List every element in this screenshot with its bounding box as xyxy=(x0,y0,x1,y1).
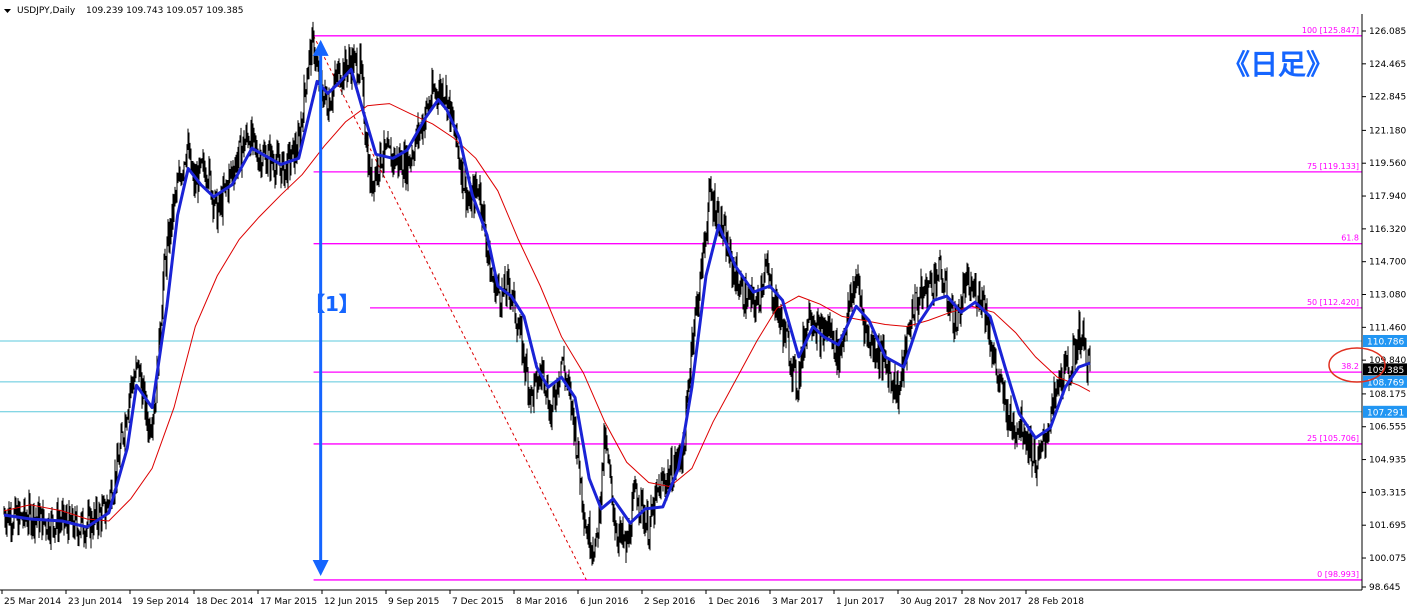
fib-level-label: 75 [119.133] xyxy=(1307,162,1359,171)
price-tick-label: 121.180 xyxy=(1369,126,1406,136)
time-tick-label: 1 Dec 2016 xyxy=(708,597,760,607)
time-tick-label: 28 Nov 2017 xyxy=(964,597,1022,607)
price-tick-label: 119.560 xyxy=(1369,159,1406,169)
symbol-label: USDJPY,Daily xyxy=(17,6,76,16)
time-tick-label: 18 Dec 2014 xyxy=(196,597,254,607)
time-tick-label: 30 Aug 2017 xyxy=(900,597,958,607)
sr-price-tag: 110.786 xyxy=(1367,337,1404,347)
price-tick-label: 126.085 xyxy=(1369,27,1406,37)
time-tick-label: 12 Jun 2015 xyxy=(324,597,378,607)
chart-window: 100 [125.847] 75 [119.133] 61.8 50 [112.420… xyxy=(0,0,1407,611)
price-tick-label: 100.075 xyxy=(1369,554,1406,564)
price-tick-label: 111.460 xyxy=(1369,323,1406,333)
price-tick-label: 101.695 xyxy=(1369,521,1406,531)
price-tags: 110.786108.769107.291109.385 xyxy=(1363,334,1407,418)
fib-level-label: 38.2 xyxy=(1341,362,1359,371)
fib-level-label: 0 [98.993] xyxy=(1317,570,1359,579)
time-tick-label: 7 Dec 2015 xyxy=(452,597,504,607)
fib-level-label: 100 [125.847] xyxy=(1302,26,1359,35)
price-tick-label: 124.465 xyxy=(1369,60,1406,70)
price-tick-label: 114.700 xyxy=(1369,258,1406,268)
price-tick-label: 98.645 xyxy=(1369,583,1401,593)
time-tick-label: 2 Sep 2016 xyxy=(644,597,696,607)
time-tick-label: 3 Mar 2017 xyxy=(772,597,823,607)
price-chart: 100 [125.847] 75 [119.133] 61.8 50 [112.420… xyxy=(0,0,1407,611)
fib-level-label: 61.8 xyxy=(1341,234,1359,243)
chart-header: USDJPY,Daily 109.239 109.743 109.057 109… xyxy=(4,6,243,16)
price-tick-label: 122.845 xyxy=(1369,93,1406,103)
price-tick-label: 113.080 xyxy=(1369,291,1406,301)
time-tick-label: 28 Feb 2018 xyxy=(1028,597,1084,607)
fib-level-label: 50 [112.420] xyxy=(1307,298,1359,307)
price-tick-label: 103.315 xyxy=(1369,488,1406,498)
price-tick-label: 116.320 xyxy=(1369,225,1406,235)
time-tick-label: 17 Mar 2015 xyxy=(260,597,317,607)
time-tick-label: 19 Sep 2014 xyxy=(132,597,189,607)
price-tick-label: 108.175 xyxy=(1369,390,1406,400)
price-tick-label: 104.935 xyxy=(1369,456,1406,466)
fib-level-label: 25 [105.706] xyxy=(1307,434,1359,443)
time-tick-label: 8 Mar 2016 xyxy=(516,597,568,607)
time-tick-label: 6 Jun 2016 xyxy=(580,597,629,607)
sr-price-tag: 107.291 xyxy=(1367,408,1404,418)
price-tick-label: 117.940 xyxy=(1369,192,1406,202)
current-price-tag: 109.385 xyxy=(1367,366,1404,376)
ohlc-values: 109.239 109.743 109.057 109.385 xyxy=(86,6,243,16)
timeframe-label: 《日足》 xyxy=(1222,48,1334,81)
wave-label: 【1】 xyxy=(305,292,359,316)
time-tick-label: 9 Sep 2015 xyxy=(388,597,439,607)
time-tick-label: 25 Mar 2014 xyxy=(4,597,61,607)
time-tick-label: 23 Jun 2014 xyxy=(68,597,122,607)
time-tick-label: 1 Jun 2017 xyxy=(836,597,884,607)
price-tick-label: 106.555 xyxy=(1369,423,1406,433)
